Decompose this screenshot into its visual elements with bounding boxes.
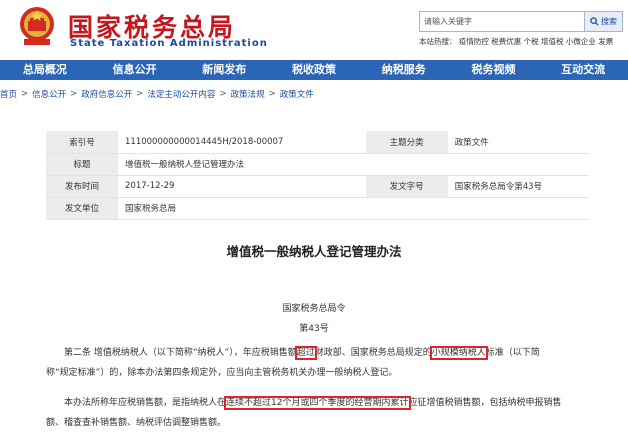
article-two-paragraph: 第二条 增值税纳税人（以下简称“纳税人”），年应税销售额超过财政部、国家税务总局…: [46, 343, 606, 383]
highlight-twelve-months: 连续不超过12个月或四个季度的经营期内累计: [224, 396, 411, 410]
breadcrumb-item-policy-docs[interactable]: 政策文件: [280, 88, 314, 100]
breadcrumb-separator: >: [21, 89, 29, 99]
index-label: 索引号: [46, 131, 118, 154]
search-icon: [590, 17, 599, 26]
docno-value: 国家税务总局令第43号: [447, 175, 589, 198]
document-title: 增值税一般纳税人登记管理办法: [226, 244, 402, 259]
site-header: 国家税务总局 State Taxation Administration 请输入…: [0, 0, 628, 60]
unit-value: 国家税务总局: [118, 197, 589, 220]
national-emblem-icon: [20, 7, 54, 45]
docno-label: 发文字号: [365, 175, 448, 198]
topic-label: 主题分类: [365, 131, 448, 154]
nav-item-news[interactable]: 新闻发布: [179, 60, 269, 80]
nav-item-video[interactable]: 税务视频: [449, 60, 539, 80]
paragraph-line: 额、稽查查补销售额、纳税评估调整销售额。: [46, 418, 227, 428]
document-number: 第43号: [299, 324, 329, 334]
text-segment: 本办法所称年应税销售额，是指纳税人在: [64, 398, 227, 408]
breadcrumb-separator: >: [70, 89, 78, 99]
title-label: 标题: [46, 153, 118, 176]
table-row: 发布时间 2017-12-29 发文字号 国家税务总局令第43号: [46, 175, 589, 198]
table-row: 标题 增值税一般纳税人登记管理办法: [46, 153, 589, 176]
breadcrumb-separator: >: [136, 89, 144, 99]
breadcrumb-item-info[interactable]: 信息公开: [32, 88, 66, 100]
site-subtitle: State Taxation Administration: [70, 38, 268, 49]
text-segment: 标准（以下简: [485, 348, 540, 358]
hot-search-words[interactable]: 本站热搜： 疫情防控 税费优惠 个税 增值税 小微企业 发票: [419, 36, 613, 47]
breadcrumb-separator: >: [219, 89, 227, 99]
document-metadata-table: 索引号 111000000000014445H/2018-00007 主题分类 …: [46, 131, 589, 220]
nav-item-overview[interactable]: 总局概况: [0, 60, 90, 80]
table-row: 索引号 111000000000014445H/2018-00007 主题分类 …: [46, 131, 589, 154]
nav-item-info-disclosure[interactable]: 信息公开: [90, 60, 180, 80]
search-button-label: 搜索: [601, 17, 617, 26]
paragraph-line: 本办法所称年应税销售额，是指纳税人在连续不超过12个月或四个季度的经营期内累计应…: [46, 393, 606, 413]
breadcrumb-separator: >: [268, 89, 276, 99]
breadcrumb: 首页 > 信息公开 > 政府信息公开 > 法定主动公开内容 > 政策法规 > 政…: [0, 86, 314, 102]
main-nav: 总局概况 信息公开 新闻发布 税收政策 纳税服务 税务视频 互动交流: [0, 60, 628, 80]
nav-item-tax-policy[interactable]: 税收政策: [269, 60, 359, 80]
nav-item-tax-service[interactable]: 纳税服务: [359, 60, 449, 80]
text-segment: 应征增值税销售额，包括纳税申报销售: [408, 398, 562, 408]
title-value: 增值税一般纳税人登记管理办法: [118, 153, 589, 176]
index-value: 111000000000014445H/2018-00007: [118, 131, 366, 154]
date-value: 2017-12-29: [118, 175, 366, 198]
paragraph-line: 第二条 增值税纳税人（以下简称“纳税人”），年应税销售额超过财政部、国家税务总局…: [46, 343, 606, 363]
date-label: 发布时间: [46, 175, 118, 198]
breadcrumb-item-regulations[interactable]: 政策法规: [231, 88, 265, 100]
topic-value: 政策文件: [447, 131, 589, 154]
highlight-small-scale-taxpayer: 小规模纳税人: [429, 346, 488, 360]
text-segment: 财政部、国家税务总局规定的: [314, 348, 432, 358]
unit-label: 发文单位: [46, 197, 118, 220]
nav-item-interaction[interactable]: 互动交流: [538, 60, 628, 80]
paragraph-line: 称“规定标准”）的，除本办法第四条规定外，应当向主管税务机关办理一般纳税人登记。: [46, 368, 398, 378]
table-row: 发文单位 国家税务总局: [46, 197, 589, 220]
text-segment: 第二条 增值税纳税人（以下简称“纳税人”），年应税销售额: [64, 348, 297, 358]
breadcrumb-item-home[interactable]: 首页: [0, 88, 17, 100]
search-button[interactable]: 搜索: [585, 11, 623, 32]
search-input[interactable]: 请输入关键字: [419, 11, 585, 32]
document-issuer: 国家税务总局令: [282, 304, 346, 314]
breadcrumb-item-statutory[interactable]: 法定主动公开内容: [147, 88, 215, 100]
breadcrumb-item-gov-info[interactable]: 政府信息公开: [81, 88, 132, 100]
highlight-exceed: 超过: [294, 346, 317, 360]
sales-definition-paragraph: 本办法所称年应税销售额，是指纳税人在连续不超过12个月或四个季度的经营期内累计应…: [46, 393, 606, 433]
